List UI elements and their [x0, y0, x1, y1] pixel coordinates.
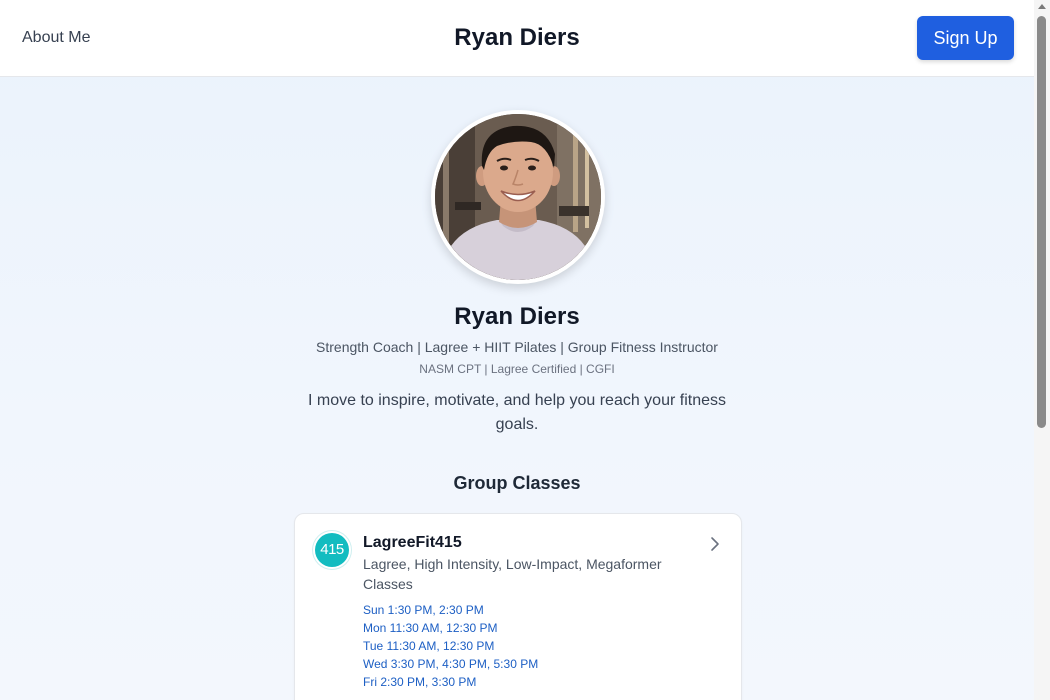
scrollbar-thumb[interactable]: [1037, 16, 1046, 428]
profile-tagline: Strength Coach | Lagree + HIIT Pilates |…: [316, 339, 718, 355]
schedule-entry[interactable]: Wed 3:30 PM, 4:30 PM, 5:30 PM: [363, 655, 538, 673]
class-studio-name: LagreeFit415: [363, 534, 462, 551]
arrow-up-icon[interactable]: [1038, 4, 1046, 9]
schedule-entry[interactable]: Sun 1:30 PM, 2:30 PM: [363, 601, 538, 619]
profile-name: Ryan Diers: [454, 303, 580, 330]
browser-viewport: About Me Ryan Diers Sign Up Ryan Diers S…: [0, 0, 1050, 700]
class-tags: Lagree, High Intensity, Low-Impact, Mega…: [363, 556, 662, 592]
chevron-right-icon[interactable]: [707, 535, 723, 553]
group-classes-heading: Group Classes: [453, 473, 581, 493]
class-schedule: Sun 1:30 PM, 2:30 PM Mon 11:30 AM, 12:30…: [363, 601, 538, 691]
site-title: Ryan Diers: [454, 24, 580, 51]
profile-avatar: [431, 110, 605, 284]
about-me-link[interactable]: About Me: [22, 28, 90, 48]
profile-certifications: NASM CPT | Lagree Certified | CGFI: [419, 362, 615, 376]
schedule-entry[interactable]: Tue 11:30 AM, 12:30 PM: [363, 637, 538, 655]
page: About Me Ryan Diers Sign Up Ryan Diers S…: [0, 0, 1034, 700]
schedule-entry[interactable]: Fri 2:30 PM, 3:30 PM: [363, 673, 538, 691]
studio-logo: 415: [313, 531, 351, 569]
profile-photo-illustration: [435, 114, 601, 280]
sign-up-button[interactable]: Sign Up: [917, 16, 1014, 60]
profile-photo: [435, 114, 601, 280]
top-navigation-bar: About Me Ryan Diers Sign Up: [0, 0, 1034, 77]
vertical-scrollbar[interactable]: [1034, 0, 1050, 700]
profile-bio: I move to inspire, motivate, and help yo…: [308, 392, 726, 433]
schedule-entry[interactable]: Mon 11:30 AM, 12:30 PM: [363, 619, 538, 637]
studio-logo-text: 415: [315, 533, 349, 567]
class-card[interactable]: 415 LagreeFit415 Lagree, High Intensity,…: [294, 513, 742, 700]
